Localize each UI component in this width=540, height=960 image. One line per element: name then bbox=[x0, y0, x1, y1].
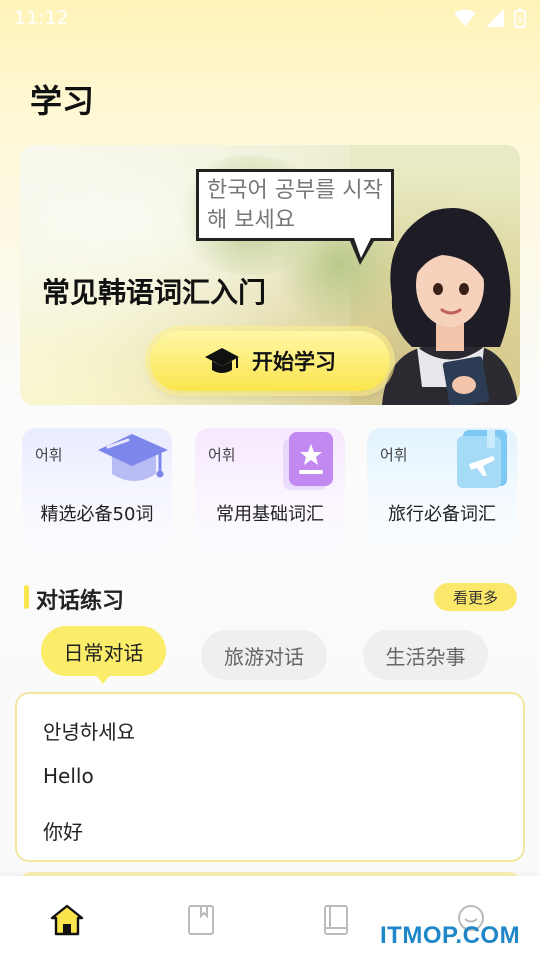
nav-bookmark[interactable] bbox=[181, 900, 221, 940]
vocab-card-travel[interactable]: 어휘 旅行必备词汇 bbox=[367, 428, 517, 550]
dialogue-card[interactable]: 안녕하세요 Hello 你好 bbox=[15, 692, 525, 862]
vocab-card-common[interactable]: 어휘 常用基础词汇 bbox=[195, 428, 345, 550]
bookmark-icon bbox=[188, 905, 214, 935]
dialogue-chinese: 你好 bbox=[43, 820, 83, 844]
tab-travel-dialogue[interactable]: 旅游对话 bbox=[201, 630, 327, 680]
dialogue-korean: 안녕하세요 bbox=[43, 720, 135, 744]
vocab-tag: 어휘 bbox=[208, 446, 236, 464]
vocab-card-essential[interactable]: 어휘 精选必备50词 bbox=[22, 428, 172, 550]
dialogue-english: Hello bbox=[43, 764, 94, 788]
active-tab-pointer bbox=[95, 674, 111, 684]
vocab-card-label: 精选必备50词 bbox=[40, 504, 154, 525]
tab-daily-dialogue[interactable]: 日常对话 bbox=[41, 626, 166, 676]
travel-book-icon bbox=[457, 430, 507, 488]
graduation-cap-icon bbox=[98, 434, 168, 481]
battery-icon bbox=[514, 8, 526, 28]
page-title: 学习 bbox=[30, 82, 95, 120]
vocab-card-label: 常用基础词汇 bbox=[216, 504, 324, 525]
book-icon bbox=[324, 905, 348, 935]
section-title: 对话练习 bbox=[36, 589, 125, 614]
home-icon bbox=[50, 904, 84, 936]
start-button-label: 开始学习 bbox=[252, 350, 336, 374]
wifi-icon bbox=[454, 9, 476, 26]
status-time: 11:12 bbox=[14, 7, 69, 29]
badge-card-icon bbox=[283, 432, 333, 490]
vocab-tag: 어휘 bbox=[380, 446, 408, 464]
banner-title: 常见韩语词汇入门 bbox=[42, 276, 267, 309]
tab-life-dialogue[interactable]: 生活杂事 bbox=[363, 630, 488, 680]
section-accent-bar bbox=[24, 585, 29, 609]
graduation-cap-icon bbox=[205, 348, 239, 373]
hero-banner[interactable]: 한국어 공부를 시작해 보세요 常见韩语词汇入门 开始学习 bbox=[20, 145, 520, 405]
nav-book[interactable] bbox=[316, 900, 356, 940]
site-watermark: ITMOP.COM bbox=[380, 922, 521, 949]
status-bar: 11:12 bbox=[0, 0, 540, 36]
girl-illustration bbox=[382, 207, 518, 405]
signal-icon bbox=[486, 9, 504, 27]
vocab-tag: 어휘 bbox=[35, 446, 63, 464]
start-learning-button[interactable]: 开始学习 bbox=[150, 331, 390, 391]
vocab-card-label: 旅行必备词汇 bbox=[388, 504, 496, 525]
nav-home[interactable] bbox=[47, 900, 87, 940]
speech-bubble: 한국어 공부를 시작해 보세요 bbox=[196, 169, 394, 241]
status-icons bbox=[454, 8, 526, 28]
see-more-button[interactable]: 看更多 bbox=[434, 583, 517, 611]
